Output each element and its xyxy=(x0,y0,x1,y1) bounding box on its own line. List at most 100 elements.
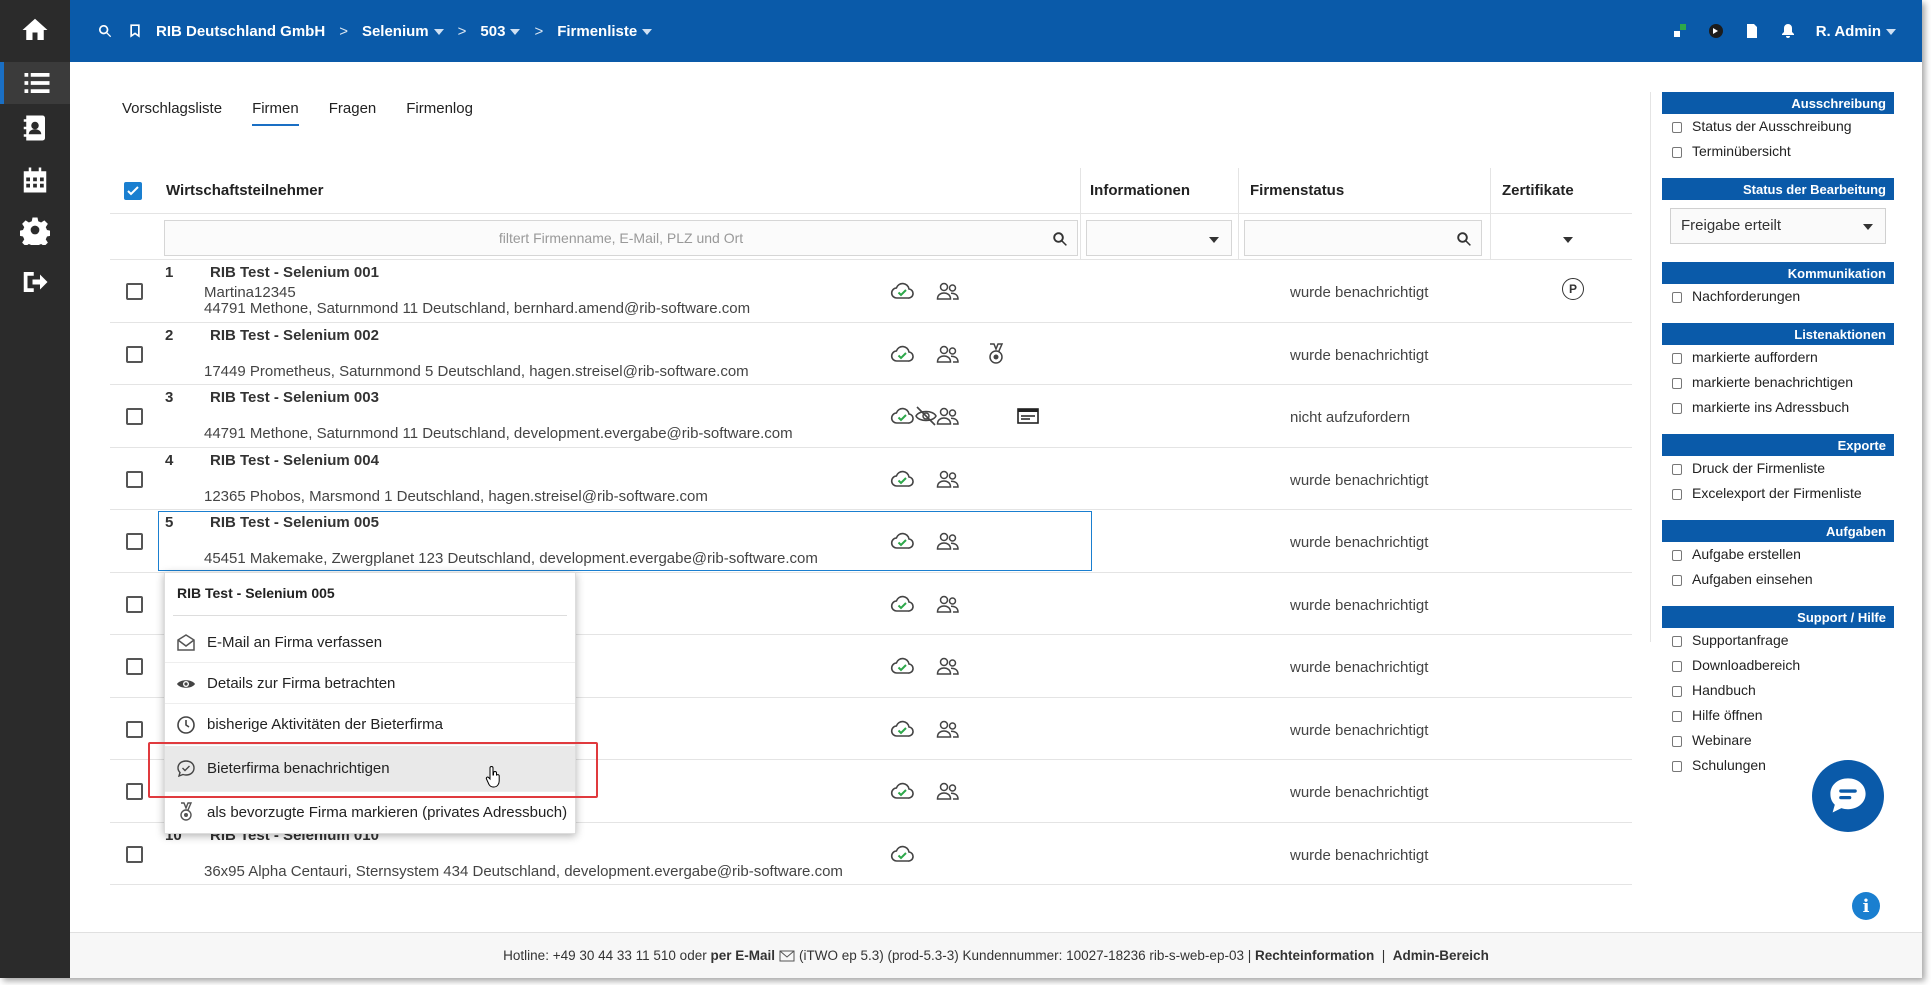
settings-icon[interactable] xyxy=(0,200,70,260)
footer-legal-link[interactable]: Rechteinformation xyxy=(1255,948,1374,963)
cert-filter-select[interactable] xyxy=(1496,220,1586,256)
cloud-check-icon[interactable] xyxy=(890,655,914,677)
tab-vorschlagsliste[interactable]: Vorschlagsliste xyxy=(122,100,222,126)
link-markierte-adressbuch[interactable]: markierte ins Adressbuch xyxy=(1662,395,1894,420)
cloud-check-icon[interactable] xyxy=(890,343,914,365)
link-status-ausschreibung[interactable]: Status der Ausschreibung xyxy=(1662,114,1894,139)
header-status[interactable]: Firmenstatus xyxy=(1250,182,1344,199)
menu-item-details[interactable]: Details zur Firma betrachten xyxy=(165,664,575,704)
table-row[interactable]: 5 RIB Test - Selenium 005 45451 Makemake, … xyxy=(110,510,1632,573)
header-cert[interactable]: Zertifikate xyxy=(1502,182,1574,199)
users-icon[interactable] xyxy=(936,780,960,802)
link-terminuebersicht[interactable]: Terminübersicht xyxy=(1662,139,1894,164)
company-name[interactable]: RIB Test - Selenium 002 xyxy=(210,327,379,344)
row-checkbox[interactable] xyxy=(126,470,143,488)
users-icon[interactable] xyxy=(936,280,960,302)
select-all-checkbox[interactable] xyxy=(124,182,142,200)
link-downloadbereich[interactable]: Downloadbereich xyxy=(1662,653,1894,678)
medal-icon[interactable] xyxy=(984,342,1008,365)
tab-fragen[interactable]: Fragen xyxy=(329,100,377,126)
logout-icon[interactable] xyxy=(0,252,70,312)
menu-item-activities[interactable]: bisherige Aktivitäten der Bieterfirma xyxy=(165,705,575,745)
users-icon[interactable] xyxy=(936,530,960,552)
table-row[interactable]: 3 RIB Test - Selenium 003 44791 Methone, S… xyxy=(110,385,1632,448)
search-icon[interactable] xyxy=(96,22,114,40)
link-aufgaben-einsehen[interactable]: Aufgaben einsehen xyxy=(1662,567,1894,592)
users-icon[interactable] xyxy=(936,343,960,365)
breadcrumb-company[interactable]: RIB Deutschland GmbH xyxy=(156,23,325,40)
certificate-badge[interactable]: P xyxy=(1562,278,1584,300)
cloud-check-icon[interactable] xyxy=(890,468,914,490)
users-icon[interactable] xyxy=(936,468,960,490)
link-supportanfrage[interactable]: Supportanfrage xyxy=(1662,628,1894,653)
table-row[interactable]: 1 RIB Test - Selenium 001 Martina12345 4479… xyxy=(110,260,1632,323)
cloud-check-icon[interactable] xyxy=(890,843,914,865)
bookmark-icon[interactable] xyxy=(126,22,144,40)
info-icon[interactable]: i xyxy=(1852,892,1880,920)
apps-icon[interactable] xyxy=(1672,23,1688,39)
document-icon[interactable] xyxy=(1744,23,1760,39)
home-icon[interactable] xyxy=(0,0,70,60)
cloud-check-icon[interactable] xyxy=(890,280,914,302)
link-markierte-benachrichtigen[interactable]: markierte benachrichtigen xyxy=(1662,370,1894,395)
link-nachforderungen[interactable]: Nachforderungen xyxy=(1662,284,1894,309)
user-menu[interactable]: R. Admin xyxy=(1816,23,1896,40)
cloud-check-icon[interactable] xyxy=(890,593,914,615)
company-filter-input[interactable]: filtert Firmenname, E-Mail, PLZ und Ort xyxy=(164,220,1078,256)
link-markierte-auffordern[interactable]: markierte auffordern xyxy=(1662,345,1894,370)
filter-placeholder: filtert Firmenname, E-Mail, PLZ und Ort xyxy=(498,230,744,246)
bell-icon[interactable] xyxy=(1780,23,1796,39)
breadcrumb-page[interactable]: Firmenliste xyxy=(557,23,652,40)
eye-off-icon[interactable] xyxy=(914,405,938,427)
company-name[interactable]: RIB Test - Selenium 004 xyxy=(210,452,379,469)
link-aufgabe-erstellen[interactable]: Aufgabe erstellen xyxy=(1662,542,1894,567)
row-checkbox[interactable] xyxy=(126,783,143,800)
row-checkbox[interactable] xyxy=(126,283,143,300)
company-address: 45451 Makemake, Zwergplanet 123 Deutschl… xyxy=(204,550,818,567)
cloud-check-icon[interactable] xyxy=(890,530,914,552)
link-excelexport[interactable]: Excelexport der Firmenliste xyxy=(1662,481,1894,506)
status-filter-input[interactable] xyxy=(1244,220,1482,256)
footer-email-link[interactable]: per E-Mail xyxy=(710,948,775,963)
table-row[interactable]: 2 RIB Test - Selenium 002 17449 Prometheus… xyxy=(110,323,1632,385)
breadcrumb-number[interactable]: 503 xyxy=(480,23,520,40)
link-hilfe[interactable]: Hilfe öffnen xyxy=(1662,703,1894,728)
tab-firmenlog[interactable]: Firmenlog xyxy=(406,100,473,126)
menu-item-email[interactable]: E-Mail an Firma verfassen xyxy=(165,623,575,663)
card-icon[interactable] xyxy=(1016,405,1040,427)
row-checkbox[interactable] xyxy=(126,408,143,425)
header-info[interactable]: Informationen xyxy=(1090,182,1190,199)
menu-item-favorite[interactable]: als bevorzugte Firma markieren (privates… xyxy=(165,792,575,832)
users-icon[interactable] xyxy=(936,655,960,677)
row-checkbox[interactable] xyxy=(126,845,143,863)
chat-button[interactable] xyxy=(1812,760,1884,832)
cloud-check-icon[interactable] xyxy=(890,405,914,427)
company-name[interactable]: RIB Test - Selenium 003 xyxy=(210,389,379,406)
company-name[interactable]: RIB Test - Selenium 001 xyxy=(210,264,379,281)
row-checkbox[interactable] xyxy=(126,345,143,363)
users-icon[interactable] xyxy=(936,718,960,740)
footer-admin-link[interactable]: Admin-Bereich xyxy=(1393,948,1489,963)
address-book-icon[interactable] xyxy=(0,98,70,158)
company-name[interactable]: RIB Test - Selenium 005 xyxy=(210,514,379,531)
row-checkbox[interactable] xyxy=(126,533,143,550)
link-handbuch[interactable]: Handbuch xyxy=(1662,678,1894,703)
tab-firmen[interactable]: Firmen xyxy=(252,100,299,126)
row-checkbox[interactable] xyxy=(126,595,143,613)
eye-icon xyxy=(175,673,197,695)
cloud-check-icon[interactable] xyxy=(890,718,914,740)
cloud-check-icon[interactable] xyxy=(890,780,914,802)
link-webinare[interactable]: Webinare xyxy=(1662,728,1894,753)
header-participant[interactable]: Wirtschaftsteilnehmer xyxy=(166,182,323,199)
breadcrumb-project[interactable]: Selenium xyxy=(362,23,444,40)
row-checkbox[interactable] xyxy=(126,658,143,675)
panel-heading: Exporte xyxy=(1662,434,1894,456)
link-druck[interactable]: Druck der Firmenliste xyxy=(1662,456,1894,481)
row-checkbox[interactable] xyxy=(126,720,143,738)
info-filter-select[interactable] xyxy=(1086,220,1232,256)
users-icon[interactable] xyxy=(936,593,960,615)
table-row[interactable]: 4 RIB Test - Selenium 004 12365 Phobos, Ma… xyxy=(110,448,1632,510)
users-icon[interactable] xyxy=(936,405,960,427)
arrow-icon[interactable] xyxy=(1708,23,1724,39)
status-select[interactable]: Freigabe erteilt xyxy=(1670,208,1886,244)
